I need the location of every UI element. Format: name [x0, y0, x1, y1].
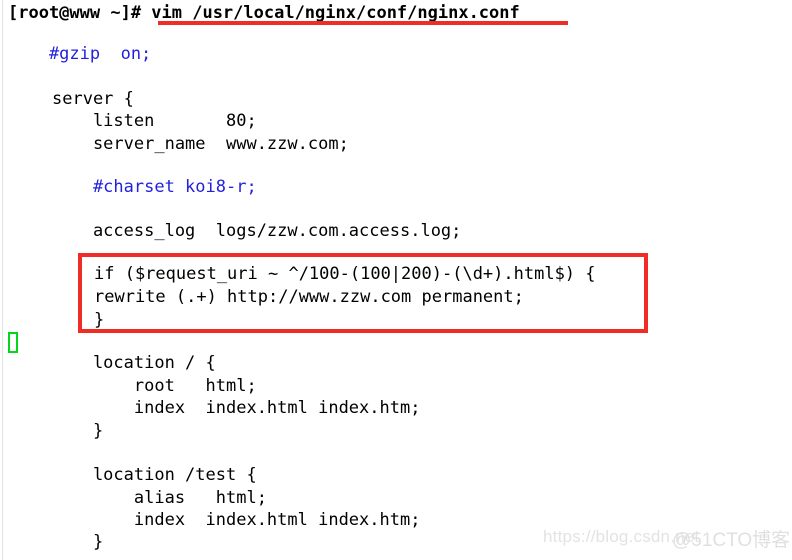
config-line: root html;: [52, 376, 257, 396]
config-line: index index.html index.htm;: [52, 398, 421, 418]
config-line: rewrite (.+) http://www.zzw.com permanen…: [94, 287, 524, 307]
config-line: server {: [52, 89, 134, 109]
config-line: }: [94, 310, 105, 330]
left-edge-rule: [2, 0, 3, 560]
config-line: #gzip on;: [8, 44, 152, 64]
command-red-underline: [158, 21, 568, 25]
config-line: server_name www.zzw.com;: [52, 134, 349, 154]
config-line: location / {: [52, 353, 216, 373]
config-line: access_log logs/zzw.com.access.log;: [52, 221, 462, 241]
config-line: #charset koi8-r;: [52, 177, 257, 197]
config-line: if ($request_uri ~ ^/100-(100|200)-(\d+)…: [94, 264, 596, 284]
config-line: location /test {: [52, 465, 257, 485]
config-line: }: [52, 532, 104, 552]
config-line: listen 80;: [52, 111, 257, 131]
cursor-marker: [8, 332, 18, 353]
terminal-screenshot: [root@www ~]# vim /usr/local/nginx/conf/…: [0, 0, 792, 560]
config-line: alias html;: [52, 488, 267, 508]
51cto-watermark: @51CTO博客: [672, 530, 791, 551]
config-line: }: [52, 421, 104, 441]
config-line: index index.html index.htm;: [52, 510, 421, 530]
